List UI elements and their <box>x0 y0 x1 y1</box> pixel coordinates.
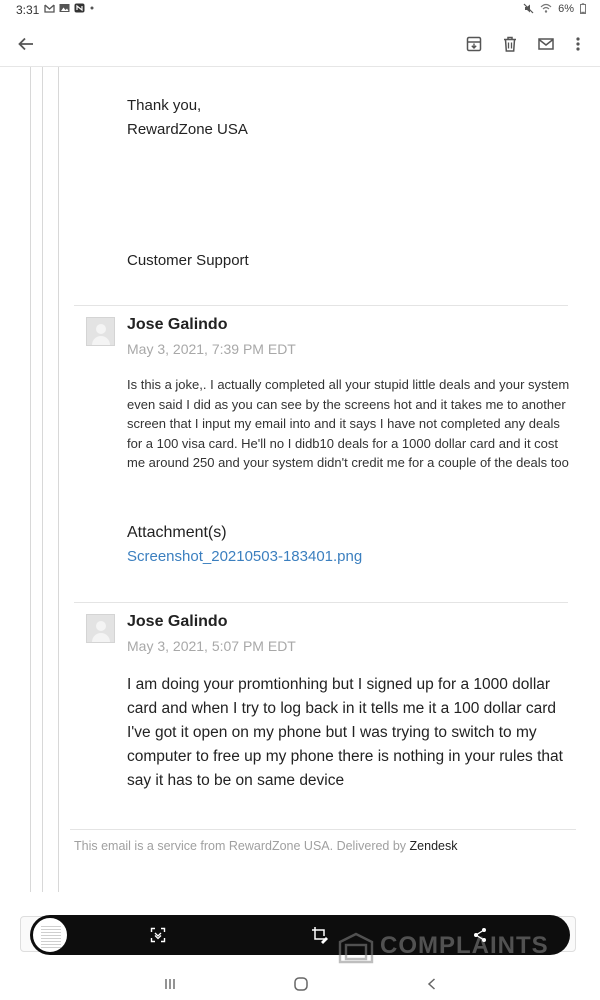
avatar <box>86 317 115 346</box>
message-body: Is this a joke,. I actually completed al… <box>127 377 570 471</box>
more-vert-icon[interactable] <box>566 32 590 56</box>
dot-icon <box>89 3 95 16</box>
recents-icon[interactable] <box>160 974 180 994</box>
mute-icon <box>523 3 534 17</box>
scroll-capture-icon[interactable] <box>148 925 168 945</box>
signature-team: Customer Support <box>127 252 249 269</box>
mail-icon[interactable] <box>534 32 558 56</box>
toolbar-divider <box>0 66 600 67</box>
attachment-link[interactable]: Screenshot_20210503-183401.png <box>127 548 362 565</box>
battery-icon <box>580 3 586 17</box>
status-system-icons: 6% <box>523 3 586 17</box>
complaints-logo-icon <box>338 932 374 964</box>
home-icon[interactable] <box>291 974 311 994</box>
app-icon <box>74 3 85 16</box>
quote-rail <box>42 67 43 892</box>
message-body: I am doing your promtionhing but I signe… <box>127 676 563 789</box>
message-date: May 3, 2021, 5:07 PM EDT <box>127 638 296 654</box>
avatar <box>86 614 115 643</box>
message-divider <box>74 305 568 306</box>
crop-edit-icon[interactable] <box>310 925 330 945</box>
trash-icon[interactable] <box>498 32 522 56</box>
signature-company: RewardZone USA <box>127 121 248 138</box>
status-time: 3:31 <box>16 3 40 17</box>
message-toolbar <box>0 24 600 64</box>
zendesk-link[interactable]: Zendesk <box>410 839 458 853</box>
navigation-bar <box>0 968 600 1000</box>
status-bar: 3:31 6% <box>0 0 600 20</box>
quote-rail <box>58 67 59 892</box>
email-footer: This email is a service from RewardZone … <box>74 839 457 853</box>
battery-text: 6% <box>558 3 574 15</box>
screenshot-thumbnail[interactable] <box>31 916 69 954</box>
archive-icon[interactable] <box>462 32 486 56</box>
footer-divider <box>70 829 576 830</box>
message-date: May 3, 2021, 7:39 PM EDT <box>127 341 296 357</box>
watermark-text: COMPLAINTS <box>380 932 549 959</box>
back-arrow-icon[interactable] <box>14 32 38 56</box>
attachment-label: Attachment(s) <box>127 524 227 541</box>
gmail-icon <box>44 3 55 16</box>
status-notification-icons <box>44 3 95 16</box>
gallery-icon <box>59 3 70 16</box>
message-divider <box>74 602 568 603</box>
message-author: Jose Galindo <box>127 613 228 630</box>
signature-block: Thank you, RewardZone USA <box>127 94 567 142</box>
message-author: Jose Galindo <box>127 316 228 333</box>
share-icon[interactable] <box>470 925 490 945</box>
signature-thanks: Thank you, <box>127 97 202 114</box>
footer-text: This email is a service from RewardZone … <box>74 839 410 853</box>
complaints-watermark: COMPLAINTS <box>338 926 558 964</box>
wifi-icon <box>540 3 552 17</box>
back-icon[interactable] <box>422 974 442 994</box>
quote-rail <box>30 67 31 892</box>
